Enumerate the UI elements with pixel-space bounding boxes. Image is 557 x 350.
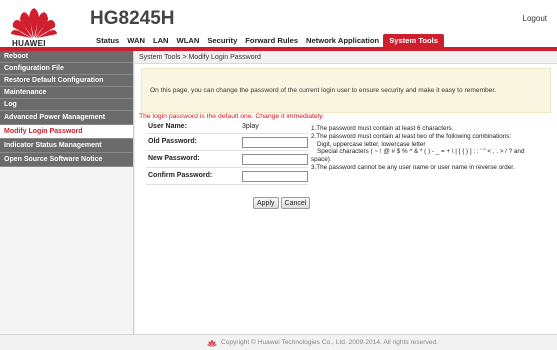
- sidebar-item-configuration-file[interactable]: Configuration File: [0, 63, 133, 75]
- nav-tab-network-application[interactable]: Network Application: [302, 34, 383, 47]
- breadcrumb: System Tools > Modify Login Password: [135, 51, 557, 64]
- password-form: User Name: 3play Old Password: New Passw…: [146, 121, 308, 185]
- nav-tab-wan[interactable]: WAN: [123, 34, 149, 47]
- info-box: On this page, you can change the passwor…: [141, 68, 551, 113]
- sidebar-item-modify-login-password[interactable]: Modify Login Password: [0, 125, 133, 139]
- confirm-password-input[interactable]: [242, 171, 308, 182]
- old-password-label: Old Password:: [148, 138, 198, 145]
- default-password-warning: The login password is the default one. C…: [139, 113, 325, 120]
- sidebar-item-open-source-notice[interactable]: Open Source Software Notice: [0, 153, 133, 167]
- top-nav: Status WAN LAN WLAN Security Forward Rul…: [92, 34, 444, 47]
- sidebar-item-log[interactable]: Log: [0, 99, 133, 111]
- logout-link[interactable]: Logout: [523, 14, 547, 23]
- device-model: HG8245H: [90, 8, 175, 29]
- nav-tab-lan[interactable]: LAN: [149, 34, 173, 47]
- rule-1: 1.The password must contain at least 6 c…: [311, 125, 454, 132]
- header: HUAWEI HG8245H Logout Status WAN LAN WLA…: [0, 0, 557, 48]
- new-password-label: New Password:: [148, 155, 200, 162]
- confirm-password-label: Confirm Password:: [148, 172, 213, 179]
- nav-tab-system-tools[interactable]: System Tools: [383, 34, 444, 47]
- new-password-input[interactable]: [242, 154, 308, 165]
- nav-tab-wlan[interactable]: WLAN: [173, 34, 204, 47]
- nav-tab-security[interactable]: Security: [203, 34, 241, 47]
- confirm-password-row: Confirm Password:: [146, 168, 308, 185]
- sidebar-item-restore-default[interactable]: Restore Default Configuration: [0, 75, 133, 87]
- new-password-row: New Password:: [146, 151, 308, 168]
- password-rules: 1.The password must contain at least 6 c…: [311, 125, 553, 172]
- rule-2-charsets: Digit, uppercase letter, lowercase lette…: [317, 140, 426, 148]
- rule-2-space: space).: [311, 156, 332, 164]
- sidebar-item-reboot[interactable]: Reboot: [0, 51, 133, 63]
- rule-3: 3.The password cannot be any user name o…: [311, 163, 515, 171]
- old-password-row: Old Password:: [146, 134, 308, 151]
- cancel-button[interactable]: Cancel: [280, 197, 311, 209]
- sidebar: Reboot Configuration File Restore Defaul…: [0, 51, 134, 334]
- username-value: 3play: [242, 123, 259, 130]
- huawei-footer-logo-icon: [207, 340, 217, 347]
- info-text: On this page, you can change the passwor…: [150, 87, 496, 94]
- huawei-logo: HUAWEI: [8, 5, 60, 48]
- copyright-text: Copyright © Huawei Technologies Co., Ltd…: [221, 339, 438, 346]
- apply-button[interactable]: Apply: [253, 197, 279, 209]
- form-buttons: Apply Cancel: [253, 197, 311, 209]
- old-password-input[interactable]: [242, 137, 308, 148]
- rule-2-special: Special characters ( ~ ! @ # $ % ^ & * (…: [317, 148, 525, 156]
- sidebar-item-maintenance[interactable]: Maintenance: [0, 87, 133, 99]
- rule-2: 2.The password must contain at least two…: [311, 132, 512, 140]
- nav-tab-forward-rules[interactable]: Forward Rules: [241, 34, 302, 47]
- username-label: User Name:: [148, 123, 187, 130]
- main-content: System Tools > Modify Login Password On …: [135, 51, 557, 334]
- username-row: User Name: 3play: [146, 121, 308, 134]
- sidebar-item-indicator-status[interactable]: Indicator Status Management: [0, 139, 133, 153]
- huawei-flower-icon: [11, 8, 57, 38]
- footer: Copyright © Huawei Technologies Co., Ltd…: [0, 334, 557, 350]
- sidebar-item-advanced-power[interactable]: Advanced Power Management: [0, 111, 133, 125]
- nav-tab-status[interactable]: Status: [92, 34, 123, 47]
